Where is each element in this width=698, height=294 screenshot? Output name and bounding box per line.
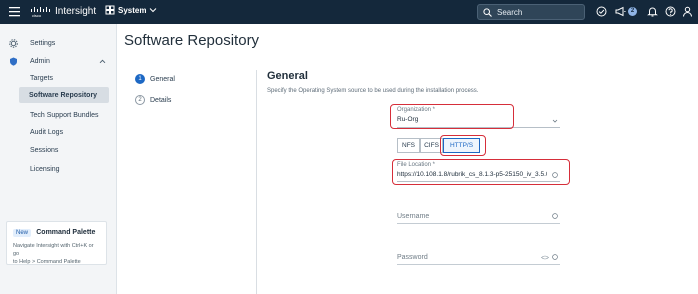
field-underline xyxy=(397,223,560,224)
sidebar-item-label: Software Repository xyxy=(29,91,98,99)
step-number: 2 xyxy=(135,95,145,105)
chevron-down-icon xyxy=(552,119,558,123)
shield-icon xyxy=(10,57,17,66)
sidebar-item-label: Licensing xyxy=(30,165,60,173)
sidebar-item-settings[interactable]: Settings xyxy=(0,35,117,51)
eye-icon[interactable] xyxy=(541,255,549,260)
gear-icon xyxy=(9,38,18,48)
command-palette-title: Command Palette xyxy=(36,229,96,236)
search-bar[interactable]: Search xyxy=(477,4,585,20)
step-label: General xyxy=(150,75,175,83)
sidebar-item-tech-support-bundles[interactable]: Tech Support Bundles xyxy=(0,107,117,123)
top-bar: cisco Intersight System Search 2 xyxy=(0,0,698,24)
sidebar-item-label: Tech Support Bundles xyxy=(30,111,99,119)
svg-text:cisco: cisco xyxy=(32,13,42,18)
divider xyxy=(256,70,257,294)
sidebar-item-admin[interactable]: Admin xyxy=(0,53,117,69)
info-icon xyxy=(552,254,558,260)
help-icon[interactable] xyxy=(665,6,676,17)
command-palette-card[interactable]: New Command Palette Navigate Intersight … xyxy=(6,221,107,265)
wizard-step-general[interactable]: 1 General xyxy=(135,74,175,84)
search-label: Search xyxy=(497,7,523,17)
sidebar-item-label: Audit Logs xyxy=(30,128,64,136)
system-label: System xyxy=(118,5,147,15)
command-palette-desc-line1: Navigate Intersight with Ctrl+K or go xyxy=(13,243,94,257)
sidebar-item-label: Sessions xyxy=(30,146,59,154)
sidebar-item-sessions[interactable]: Sessions xyxy=(0,142,117,158)
sidebar-item-software-repository[interactable]: Software Repository xyxy=(19,87,109,103)
highlight-box xyxy=(390,104,514,129)
sidebar-item-label: Settings xyxy=(30,39,56,47)
command-palette-desc-line2: to Help > Command Palette xyxy=(13,259,81,265)
hamburger-menu-icon[interactable] xyxy=(9,6,20,17)
sidebar-item-licensing[interactable]: Licensing xyxy=(0,161,117,177)
sidebar-item-label: Admin xyxy=(30,57,50,65)
step-label: Details xyxy=(150,96,172,104)
sidebar-item-audit-logs[interactable]: Audit Logs xyxy=(0,124,117,140)
wizard-step-details[interactable]: 2 Details xyxy=(135,95,171,105)
bell-icon[interactable] xyxy=(647,6,658,17)
section-title: General xyxy=(267,70,308,82)
chevron-down-icon xyxy=(150,8,157,13)
protocol-nfs-button[interactable]: NFS xyxy=(397,138,420,153)
command-palette-description: Navigate Intersight with Ctrl+K or go to… xyxy=(13,242,100,266)
notification-count-badge: 2 xyxy=(628,7,637,16)
search-icon xyxy=(483,7,492,17)
section-description: Specify the Operating System source to b… xyxy=(267,88,479,94)
password-input[interactable]: Password xyxy=(397,252,560,265)
user-icon[interactable] xyxy=(682,6,693,17)
cisco-logo-icon: cisco xyxy=(31,7,50,18)
brand[interactable]: cisco Intersight xyxy=(30,5,96,18)
new-badge: New xyxy=(13,229,32,237)
megaphone-icon[interactable] xyxy=(615,6,626,17)
field-underline xyxy=(397,264,560,265)
system-icon xyxy=(105,5,115,15)
username-input[interactable]: Username xyxy=(397,211,560,224)
username-placeholder: Username xyxy=(397,213,430,220)
info-icon xyxy=(552,213,558,219)
sidebar-item-label: Targets xyxy=(30,74,53,82)
highlight-box xyxy=(440,135,486,156)
password-placeholder: Password xyxy=(397,254,428,261)
sidebar: Settings Admin Targets Software Reposito… xyxy=(0,24,117,294)
brand-name: Intersight xyxy=(55,6,97,17)
step-number: 1 xyxy=(135,74,145,84)
sidebar-item-targets[interactable]: Targets xyxy=(0,70,117,86)
system-selector[interactable]: System xyxy=(105,5,157,15)
highlight-box xyxy=(392,159,570,185)
page-title: Software Repository xyxy=(124,32,260,49)
chevron-up-icon xyxy=(99,59,106,63)
check-circle-icon[interactable] xyxy=(596,6,607,17)
